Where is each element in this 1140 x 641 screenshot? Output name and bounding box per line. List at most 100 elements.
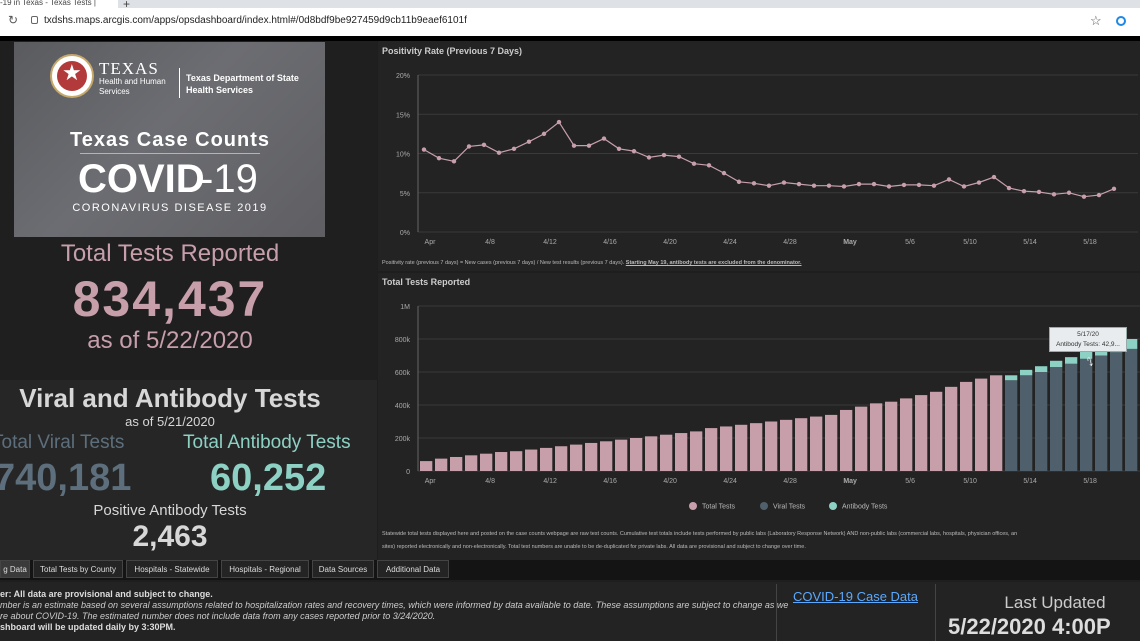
url-field[interactable]: txdshs.maps.arcgis.com/apps/opsdashboard…	[44, 15, 467, 26]
banner-title: Texas Case Counts	[69, 129, 271, 151]
data-point	[811, 183, 817, 188]
positivity-note-link[interactable]: Starting May 19, antibody tests are excl…	[626, 260, 802, 266]
bar-antibody-tests	[1005, 375, 1018, 381]
tab-hospitals-statewide[interactable]: Hospitals - Statewide	[126, 560, 218, 578]
tab-hospitals-regional[interactable]: Hospitals - Regional	[221, 560, 309, 578]
legend-viral-tests-label: Viral Tests	[773, 504, 806, 511]
data-point	[496, 150, 502, 155]
bar-total-tests	[765, 421, 778, 471]
extension-icon[interactable]	[1116, 16, 1126, 26]
banner-subtitle: CORONAVIRUS DISEASE 2019	[72, 202, 268, 214]
bar-total-tests	[750, 423, 763, 471]
case-data-link[interactable]: COVID-19 Case Data	[793, 589, 918, 604]
legend-antibody-tests-swatch	[829, 502, 837, 510]
data-point	[871, 181, 877, 187]
data-point	[976, 180, 982, 185]
bar-total-tests	[795, 418, 808, 471]
x-tick-label: 4/24	[723, 478, 737, 485]
banner-covid-suffix: -19	[200, 157, 258, 201]
y-tick-label: 10%	[396, 152, 410, 159]
viral-tests-value: 740,181	[0, 457, 132, 499]
reload-icon[interactable]: ↻	[8, 13, 18, 27]
data-point	[1081, 194, 1087, 199]
bar-total-tests	[735, 424, 748, 471]
bar-total-tests	[600, 441, 613, 471]
total-tests-value: 834,437	[72, 271, 268, 327]
x-tick-label: 5/14	[1023, 478, 1037, 485]
data-point	[721, 170, 727, 176]
bar-viral-tests	[1005, 380, 1018, 471]
data-point	[901, 182, 907, 188]
disclaimer-line4: shboard will be updated daily by 3:30PM.	[0, 622, 176, 632]
tab-additional-data[interactable]: Additional Data	[377, 560, 449, 578]
bar-viral-tests	[1125, 348, 1138, 471]
bar-total-tests	[675, 433, 688, 471]
data-point	[691, 161, 697, 166]
x-tick-label: 5/10	[963, 239, 977, 246]
x-tick-label: 4/16	[603, 239, 617, 246]
tab-case-data[interactable]: g Data	[0, 560, 30, 578]
data-point	[736, 179, 742, 184]
data-point	[781, 180, 787, 185]
data-point	[751, 181, 757, 186]
data-point	[841, 184, 847, 189]
lock-icon[interactable]	[31, 16, 38, 24]
bar-total-tests	[435, 458, 448, 471]
x-tick-label: Apr	[425, 478, 437, 485]
tab-total-tests-by-county[interactable]: Total Tests by County	[33, 560, 123, 578]
bar-total-tests	[780, 419, 793, 471]
star-icon[interactable]: ☆	[1090, 13, 1102, 29]
data-point	[886, 184, 892, 189]
browser-tab[interactable]: -19 in Texas - Texas Tests |	[0, 0, 118, 8]
data-point	[541, 131, 547, 137]
data-point	[571, 143, 577, 148]
x-tick-label: 5/10	[963, 478, 977, 485]
bar-total-tests	[945, 386, 958, 471]
bar-antibody-tests	[1035, 366, 1048, 372]
chart-tooltip: 5/17/20 Antibody Tests: 42,9...	[1049, 327, 1127, 352]
bar-viral-tests	[1080, 358, 1093, 471]
bar-antibody-tests	[1050, 360, 1063, 368]
antibody-tests-label: Total Antibody Tests	[183, 432, 351, 453]
data-point	[451, 159, 457, 164]
tests-chart: 0 200k 400k 600k 800k 1M Apr 4/8 4/12 4/16 4/20 4/2…	[395, 304, 1140, 511]
bar-total-tests	[870, 403, 883, 471]
data-point	[1066, 190, 1072, 195]
data-point	[466, 144, 472, 149]
browser-tab-strip	[0, 0, 1140, 8]
data-point	[1006, 185, 1012, 191]
bar-total-tests	[585, 442, 598, 471]
y-tick-label: 0%	[400, 230, 410, 237]
y-tick-label: 400k	[395, 403, 411, 410]
legend-viral-tests-swatch	[760, 502, 768, 510]
data-point	[616, 146, 622, 151]
bar-total-tests	[510, 451, 523, 471]
y-tick-label: 15%	[396, 112, 410, 119]
data-point	[661, 152, 667, 158]
hhs-logo-title: TEXAS	[99, 59, 159, 78]
positive-antibody-value: 2,463	[132, 520, 208, 553]
data-point	[556, 119, 562, 125]
positivity-note: Positivity rate (previous 7 days) = New …	[382, 260, 802, 266]
data-point	[1021, 188, 1027, 194]
data-point	[511, 146, 517, 151]
bar-antibody-tests	[1020, 369, 1033, 376]
data-point	[1111, 186, 1117, 192]
bar-total-tests	[540, 447, 553, 471]
data-point	[646, 155, 652, 160]
hhs-logo-line2: Health and Human	[99, 77, 166, 86]
bar-total-tests	[690, 431, 703, 471]
bar-viral-tests	[1035, 372, 1048, 471]
y-tick-label: 0	[406, 469, 410, 476]
positivity-note-text: Positivity rate (previous 7 days) = New …	[382, 260, 626, 266]
data-point	[1051, 192, 1057, 197]
data-point	[526, 139, 532, 144]
data-point	[946, 177, 952, 182]
x-tick-label: 4/20	[663, 239, 677, 246]
data-point	[961, 184, 967, 189]
total-tests-asof: as of 5/22/2020	[87, 327, 253, 354]
bar-antibody-tests	[1065, 357, 1078, 364]
tab-data-sources[interactable]: Data Sources	[312, 560, 374, 578]
total-tests-label: Total Tests Reported	[60, 240, 280, 267]
data-point	[931, 183, 937, 188]
